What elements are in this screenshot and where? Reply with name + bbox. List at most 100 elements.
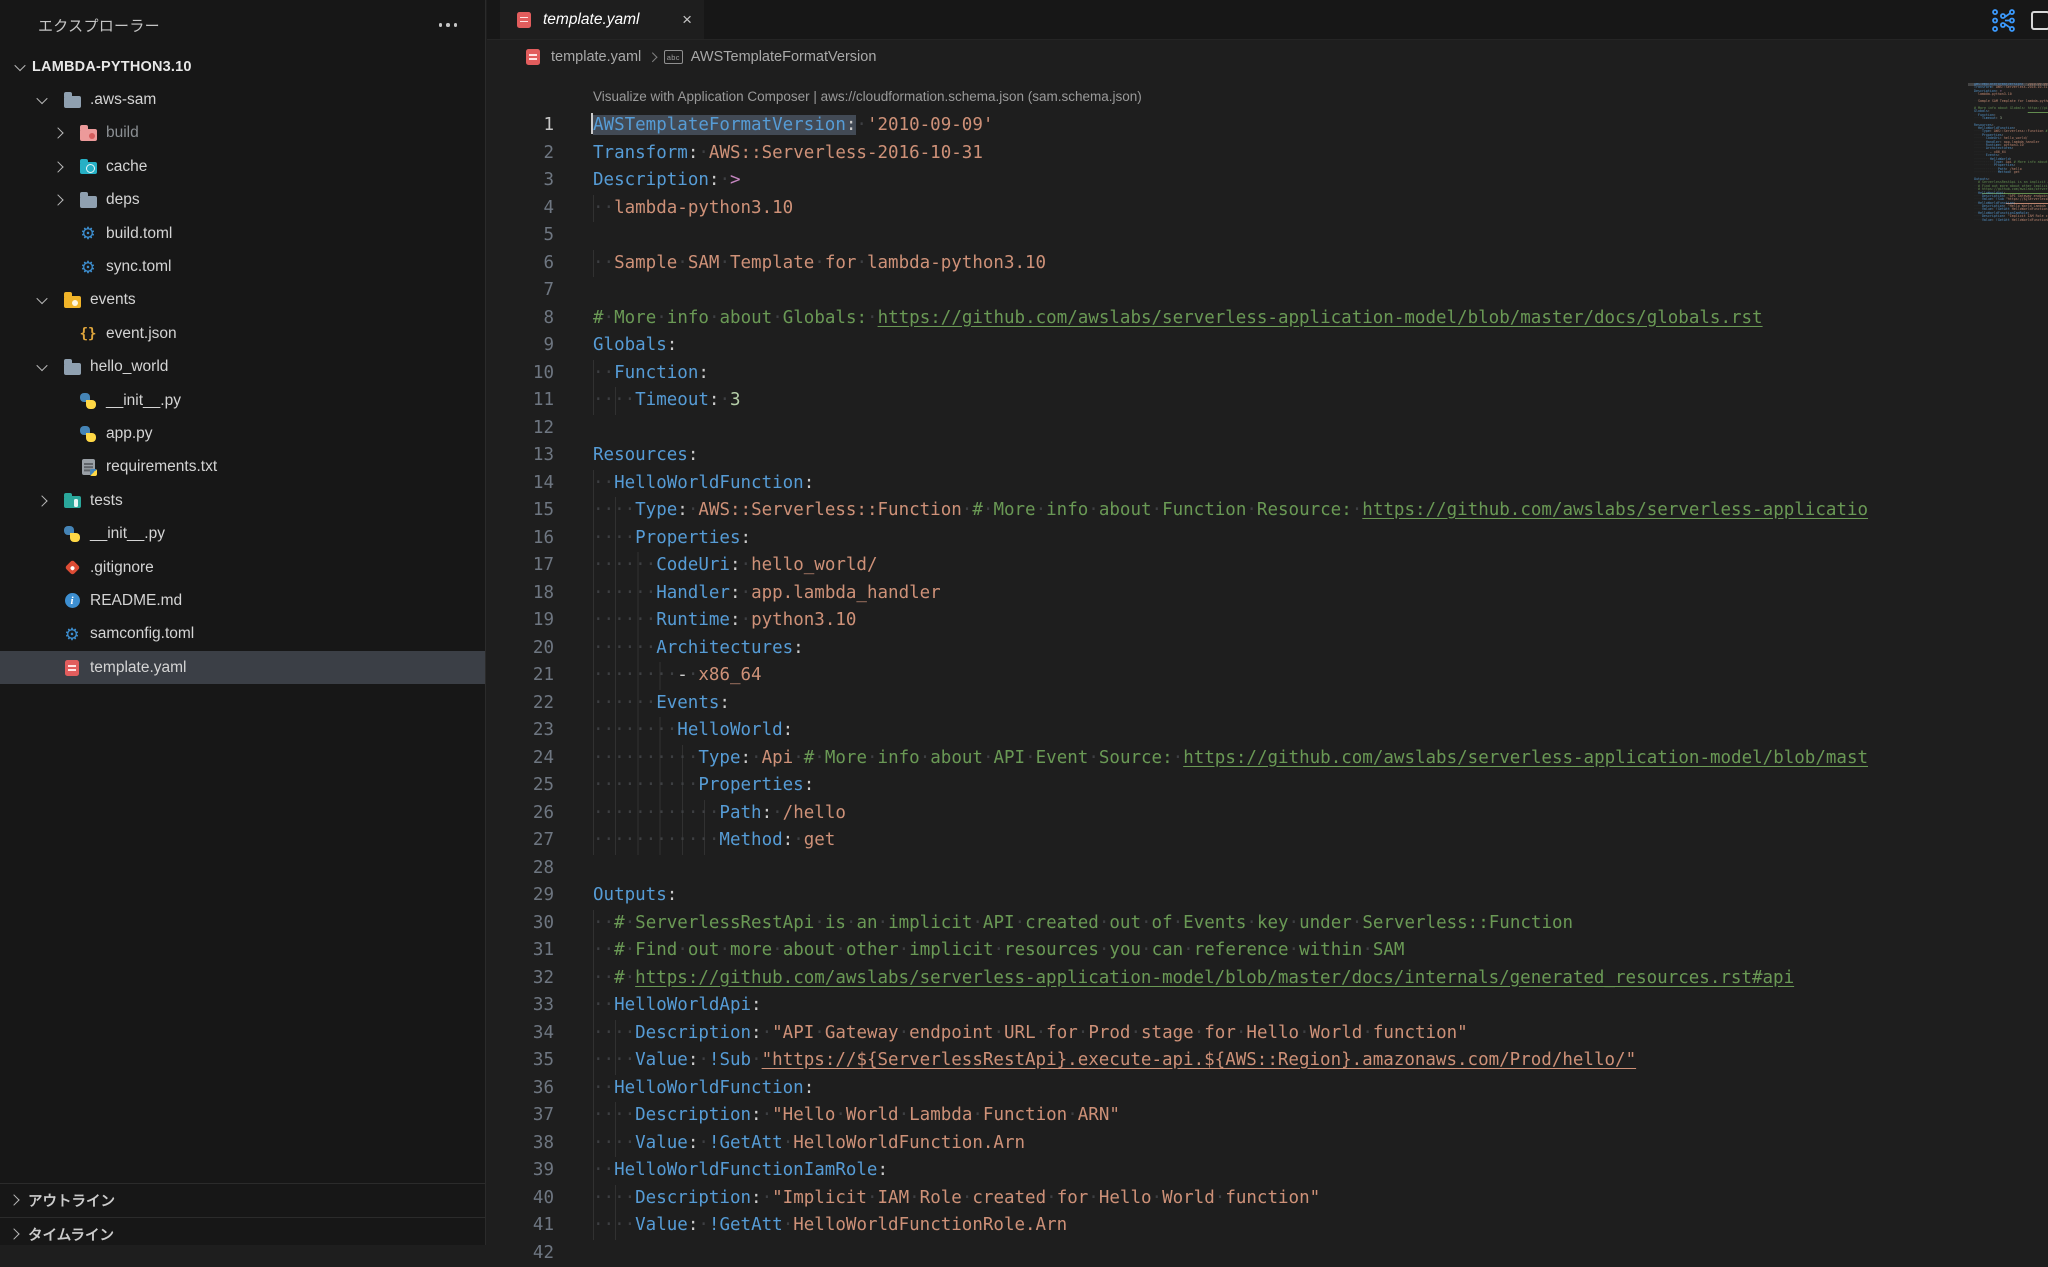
code-line-23[interactable]: 23 ········HelloWorld:: [487, 717, 1968, 745]
line-number[interactable]: 36: [487, 1075, 554, 1103]
tree-item--init-.py[interactable]: __init__.py: [0, 517, 485, 550]
line-content[interactable]: ····Description:·"Hello·World·Lambda·Fun…: [593, 1102, 1120, 1130]
tree-item-.aws-sam[interactable]: .aws-sam: [0, 83, 485, 116]
line-content[interactable]: Globals:: [593, 332, 677, 360]
breadcrumb-file[interactable]: template.yaml: [551, 49, 641, 65]
line-number[interactable]: 12: [487, 415, 554, 443]
line-number[interactable]: 7: [487, 277, 554, 305]
line-content[interactable]: ··HelloWorldFunctionIamRole:: [593, 1157, 888, 1185]
line-number[interactable]: 8: [487, 305, 554, 333]
tab-close-icon[interactable]: ×: [682, 11, 692, 28]
code-line-5[interactable]: 5: [487, 222, 1968, 250]
line-number[interactable]: 40: [487, 1185, 554, 1213]
line-number[interactable]: 37: [487, 1102, 554, 1130]
line-content[interactable]: ····Value:·!GetAtt·HelloWorldFunction.Ar…: [593, 1130, 1025, 1158]
split-editor-icon[interactable]: [2031, 11, 2048, 30]
code-line-20[interactable]: 20······Architectures:: [487, 635, 1968, 663]
code-line-38[interactable]: 38 ····Value:·!GetAtt·HelloWorldFunction.…: [487, 1130, 1968, 1158]
line-number[interactable]: 10: [487, 360, 554, 388]
tree-item--init-.py[interactable]: __init__.py: [0, 384, 485, 417]
line-number[interactable]: 19: [487, 607, 554, 635]
code-line-1[interactable]: 1AWSTemplateFormatVersion:·'2010-09-09': [487, 112, 1968, 140]
line-content[interactable]: ··#·ServerlessRestApi·is·an·implicit·API…: [593, 910, 1573, 938]
tree-item-template.yaml[interactable]: template.yaml: [0, 651, 485, 684]
line-content[interactable]: ····Description:·"API·Gateway·endpoint·U…: [593, 1020, 1468, 1048]
code-line-10[interactable]: 10 ··Function:: [487, 360, 1968, 388]
tree-item-events[interactable]: events: [0, 284, 485, 317]
line-content[interactable]: ······Handler:·app.lambda_handler: [593, 580, 941, 608]
code-line-8[interactable]: 8 #·More·info·about·Globals:·https://gith…: [487, 305, 1968, 333]
code-line-3[interactable]: 3Description:·>: [487, 167, 1968, 195]
line-content[interactable]: ··········Properties:: [593, 772, 814, 800]
line-number[interactable]: 33: [487, 992, 554, 1020]
code-line-7[interactable]: 7: [487, 277, 1968, 305]
code-line-32[interactable]: 32··#·https://github.com/awslabs/serverl…: [487, 965, 1968, 993]
code-line-22[interactable]: 22······Events:: [487, 690, 1968, 718]
line-content[interactable]: ······CodeUri:·hello_world/: [593, 552, 878, 580]
tree-item-event.json[interactable]: {}event.json: [0, 317, 485, 350]
line-content[interactable]: Transform:·AWS::Serverless-2016-10-31: [593, 140, 983, 168]
code-line-40[interactable]: 40····Description:·"Implicit·IAM·Role·cr…: [487, 1185, 1968, 1213]
line-number[interactable]: 35: [487, 1047, 554, 1075]
line-number[interactable]: 29: [487, 882, 554, 910]
tree-item-sync.toml[interactable]: ⚙sync.toml: [0, 250, 485, 283]
code-line-21[interactable]: 21 ········-·x86_64: [487, 662, 1968, 690]
line-content[interactable]: ····Type:·AWS::Serverless::Function·#·Mo…: [593, 497, 1868, 525]
tree-item-deps[interactable]: deps: [0, 184, 485, 217]
code-line-39[interactable]: 39 ··HelloWorldFunctionIamRole:: [487, 1157, 1968, 1185]
code-line-9[interactable]: 9Globals:: [487, 332, 1968, 360]
code-line-6[interactable]: 6··Sample·SAM·Template·for·lambda-python…: [487, 250, 1968, 278]
code-line-42[interactable]: 42: [487, 1240, 1968, 1267]
line-content[interactable]: ········HelloWorld:: [593, 717, 793, 745]
code-line-25[interactable]: 25 ··········Properties:: [487, 772, 1968, 800]
line-content[interactable]: Outputs:: [593, 882, 677, 910]
line-number[interactable]: 31: [487, 937, 554, 965]
line-number[interactable]: 18: [487, 580, 554, 608]
line-number[interactable]: 26: [487, 800, 554, 828]
line-number[interactable]: 21: [487, 662, 554, 690]
line-number[interactable]: 4: [487, 195, 554, 223]
code-line-24[interactable]: 24··········Type:·Api·#·More·info·about·…: [487, 745, 1968, 773]
code-line-19[interactable]: 19 ······Runtime:·python3.10: [487, 607, 1968, 635]
line-content[interactable]: [593, 277, 604, 305]
line-number[interactable]: 39: [487, 1157, 554, 1185]
code-editor[interactable]: 1AWSTemplateFormatVersion:·'2010-09-09'2…: [487, 110, 1968, 1267]
line-number[interactable]: 25: [487, 772, 554, 800]
line-number[interactable]: 41: [487, 1212, 554, 1240]
line-number[interactable]: 23: [487, 717, 554, 745]
line-content[interactable]: ············Path:·/hello: [593, 800, 846, 828]
line-content[interactable]: ····Properties:: [593, 525, 751, 553]
line-content[interactable]: ··HelloWorldFunction:: [593, 470, 814, 498]
line-content[interactable]: ··Function:: [593, 360, 709, 388]
code-line-2[interactable]: 2Transform:·AWS::Serverless-2016-10-31: [487, 140, 1968, 168]
code-line-17[interactable]: 17 ······CodeUri:·hello_world/: [487, 552, 1968, 580]
line-number[interactable]: 13: [487, 442, 554, 470]
line-number[interactable]: 17: [487, 552, 554, 580]
line-content[interactable]: #·More·info·about·Globals:·https://githu…: [593, 305, 1763, 333]
codelens-schema-link[interactable]: aws://cloudformation.schema.json (sam.sc…: [821, 89, 1142, 104]
tree-item-app.py[interactable]: app.py: [0, 417, 485, 450]
breadcrumb-symbol[interactable]: AWSTemplateFormatVersion: [691, 49, 877, 65]
tree-item-readme.md[interactable]: iREADME.md: [0, 584, 485, 617]
minimap-line-42[interactable]: 42: [1968, 222, 2048, 225]
tree-item-tests[interactable]: tests: [0, 484, 485, 517]
tree-item-hello-world[interactable]: hello_world: [0, 351, 485, 384]
line-number[interactable]: 30: [487, 910, 554, 938]
code-line-15[interactable]: 15····Type:·AWS::Serverless::Function·#·…: [487, 497, 1968, 525]
tree-item-build[interactable]: build: [0, 117, 485, 150]
line-content[interactable]: ······Runtime:·python3.10: [593, 607, 856, 635]
line-number[interactable]: 3: [487, 167, 554, 195]
code-line-26[interactable]: 26 ············Path:·/hello: [487, 800, 1968, 828]
line-number[interactable]: 28: [487, 855, 554, 883]
code-line-13[interactable]: 13Resources:: [487, 442, 1968, 470]
line-number[interactable]: 20: [487, 635, 554, 663]
tree-item-build.toml[interactable]: ⚙build.toml: [0, 217, 485, 250]
code-line-27[interactable]: 27············Method:·get: [487, 827, 1968, 855]
code-line-14[interactable]: 14··HelloWorldFunction:: [487, 470, 1968, 498]
code-line-37[interactable]: 37 ····Description:·"Hello·World·Lambda·F…: [487, 1102, 1968, 1130]
line-number[interactable]: 27: [487, 827, 554, 855]
outline-panel-header[interactable]: アウトライン: [0, 1183, 485, 1216]
line-number[interactable]: 38: [487, 1130, 554, 1158]
code-line-29[interactable]: 29 Outputs:: [487, 882, 1968, 910]
line-content[interactable]: ········-·x86_64: [593, 662, 762, 690]
